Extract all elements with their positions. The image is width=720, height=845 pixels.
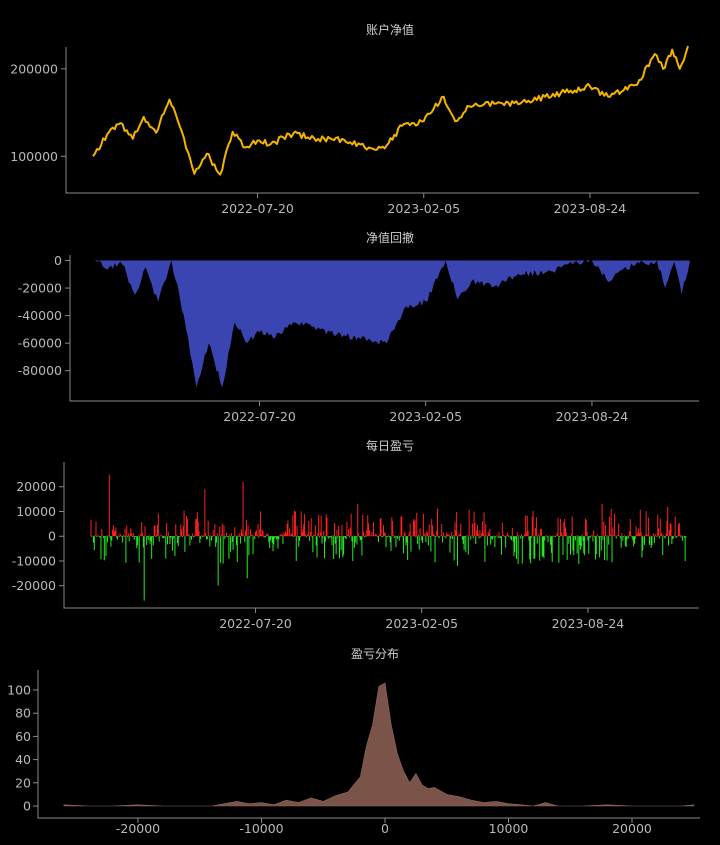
y-tick-label: 0 [48,529,56,544]
y-tick-label: 100000 [10,149,58,164]
y-tick-label: 200000 [10,61,58,76]
x-tick-label: -20000 [116,821,160,836]
y-tick-label: 0 [54,253,62,268]
y-tick-label: 20 [15,775,31,790]
equity-panel: 账户净值 100000 200000 2022-07-20 2023-02-05 20… [10,22,699,216]
dashboard-charts: 账户净值 100000200000 2022-07-20 2023-02-05 20… [7,22,700,836]
drawdown-panel: 净值回撤 0 -20000 -40000 -60000 -80000 2022-07-2… [18,230,699,424]
x-tick-label: 2022-07-20 [223,409,296,424]
y-tick-label: -80000 [18,363,62,378]
y-tick-label: 40 [15,752,31,767]
distribution-title: 盈亏分布 [351,647,399,661]
distribution-area [63,682,695,807]
drawdown-area [95,260,690,388]
daily-pnl-title: 每日盈亏 [366,438,414,453]
x-tick-label: 0 [381,821,389,836]
x-tick-label: 2022-07-20 [219,616,292,631]
equity-line [92,45,689,176]
y-tick-label: 0 [23,799,31,814]
x-tick-label: 2023-08-24 [552,616,625,631]
x-tick-label: 2023-02-05 [389,409,462,424]
x-tick-label: 20000 [612,821,652,836]
x-tick-label: 2023-08-24 [554,201,627,216]
y-tick-label: 100 [7,683,31,698]
x-tick-label: 2022-07-20 [221,201,294,216]
y-tick-label: -20000 [18,281,62,296]
x-tick-label: 2023-02-05 [385,616,458,631]
equity-title: 账户净值 [366,22,414,37]
y-tick-label: 10000 [16,504,56,519]
drawdown-title: 净值回撤 [366,230,414,245]
x-tick-label: -10000 [239,821,283,836]
daily-pnl-panel: 每日盈亏 20000 10000 0 -10000 -20000 2022-07-20 2… [12,438,699,631]
y-tick-label: -60000 [18,336,62,351]
x-tick-label: 2023-08-24 [556,409,629,424]
y-tick-label: 20000 [16,479,56,494]
x-tick-label: 10000 [489,821,529,836]
y-tick-label: -40000 [18,308,62,323]
y-tick-label: -20000 [12,578,56,593]
pnl-distribution-panel: 盈亏分布 0 20 40 60 80 100 -20000 -10000 0 10000 2000… [7,647,700,836]
y-tick-label: -10000 [12,553,56,568]
y-tick-label: 80 [15,706,31,721]
x-tick-label: 2023-02-05 [387,201,460,216]
y-tick-label: 60 [15,729,31,744]
